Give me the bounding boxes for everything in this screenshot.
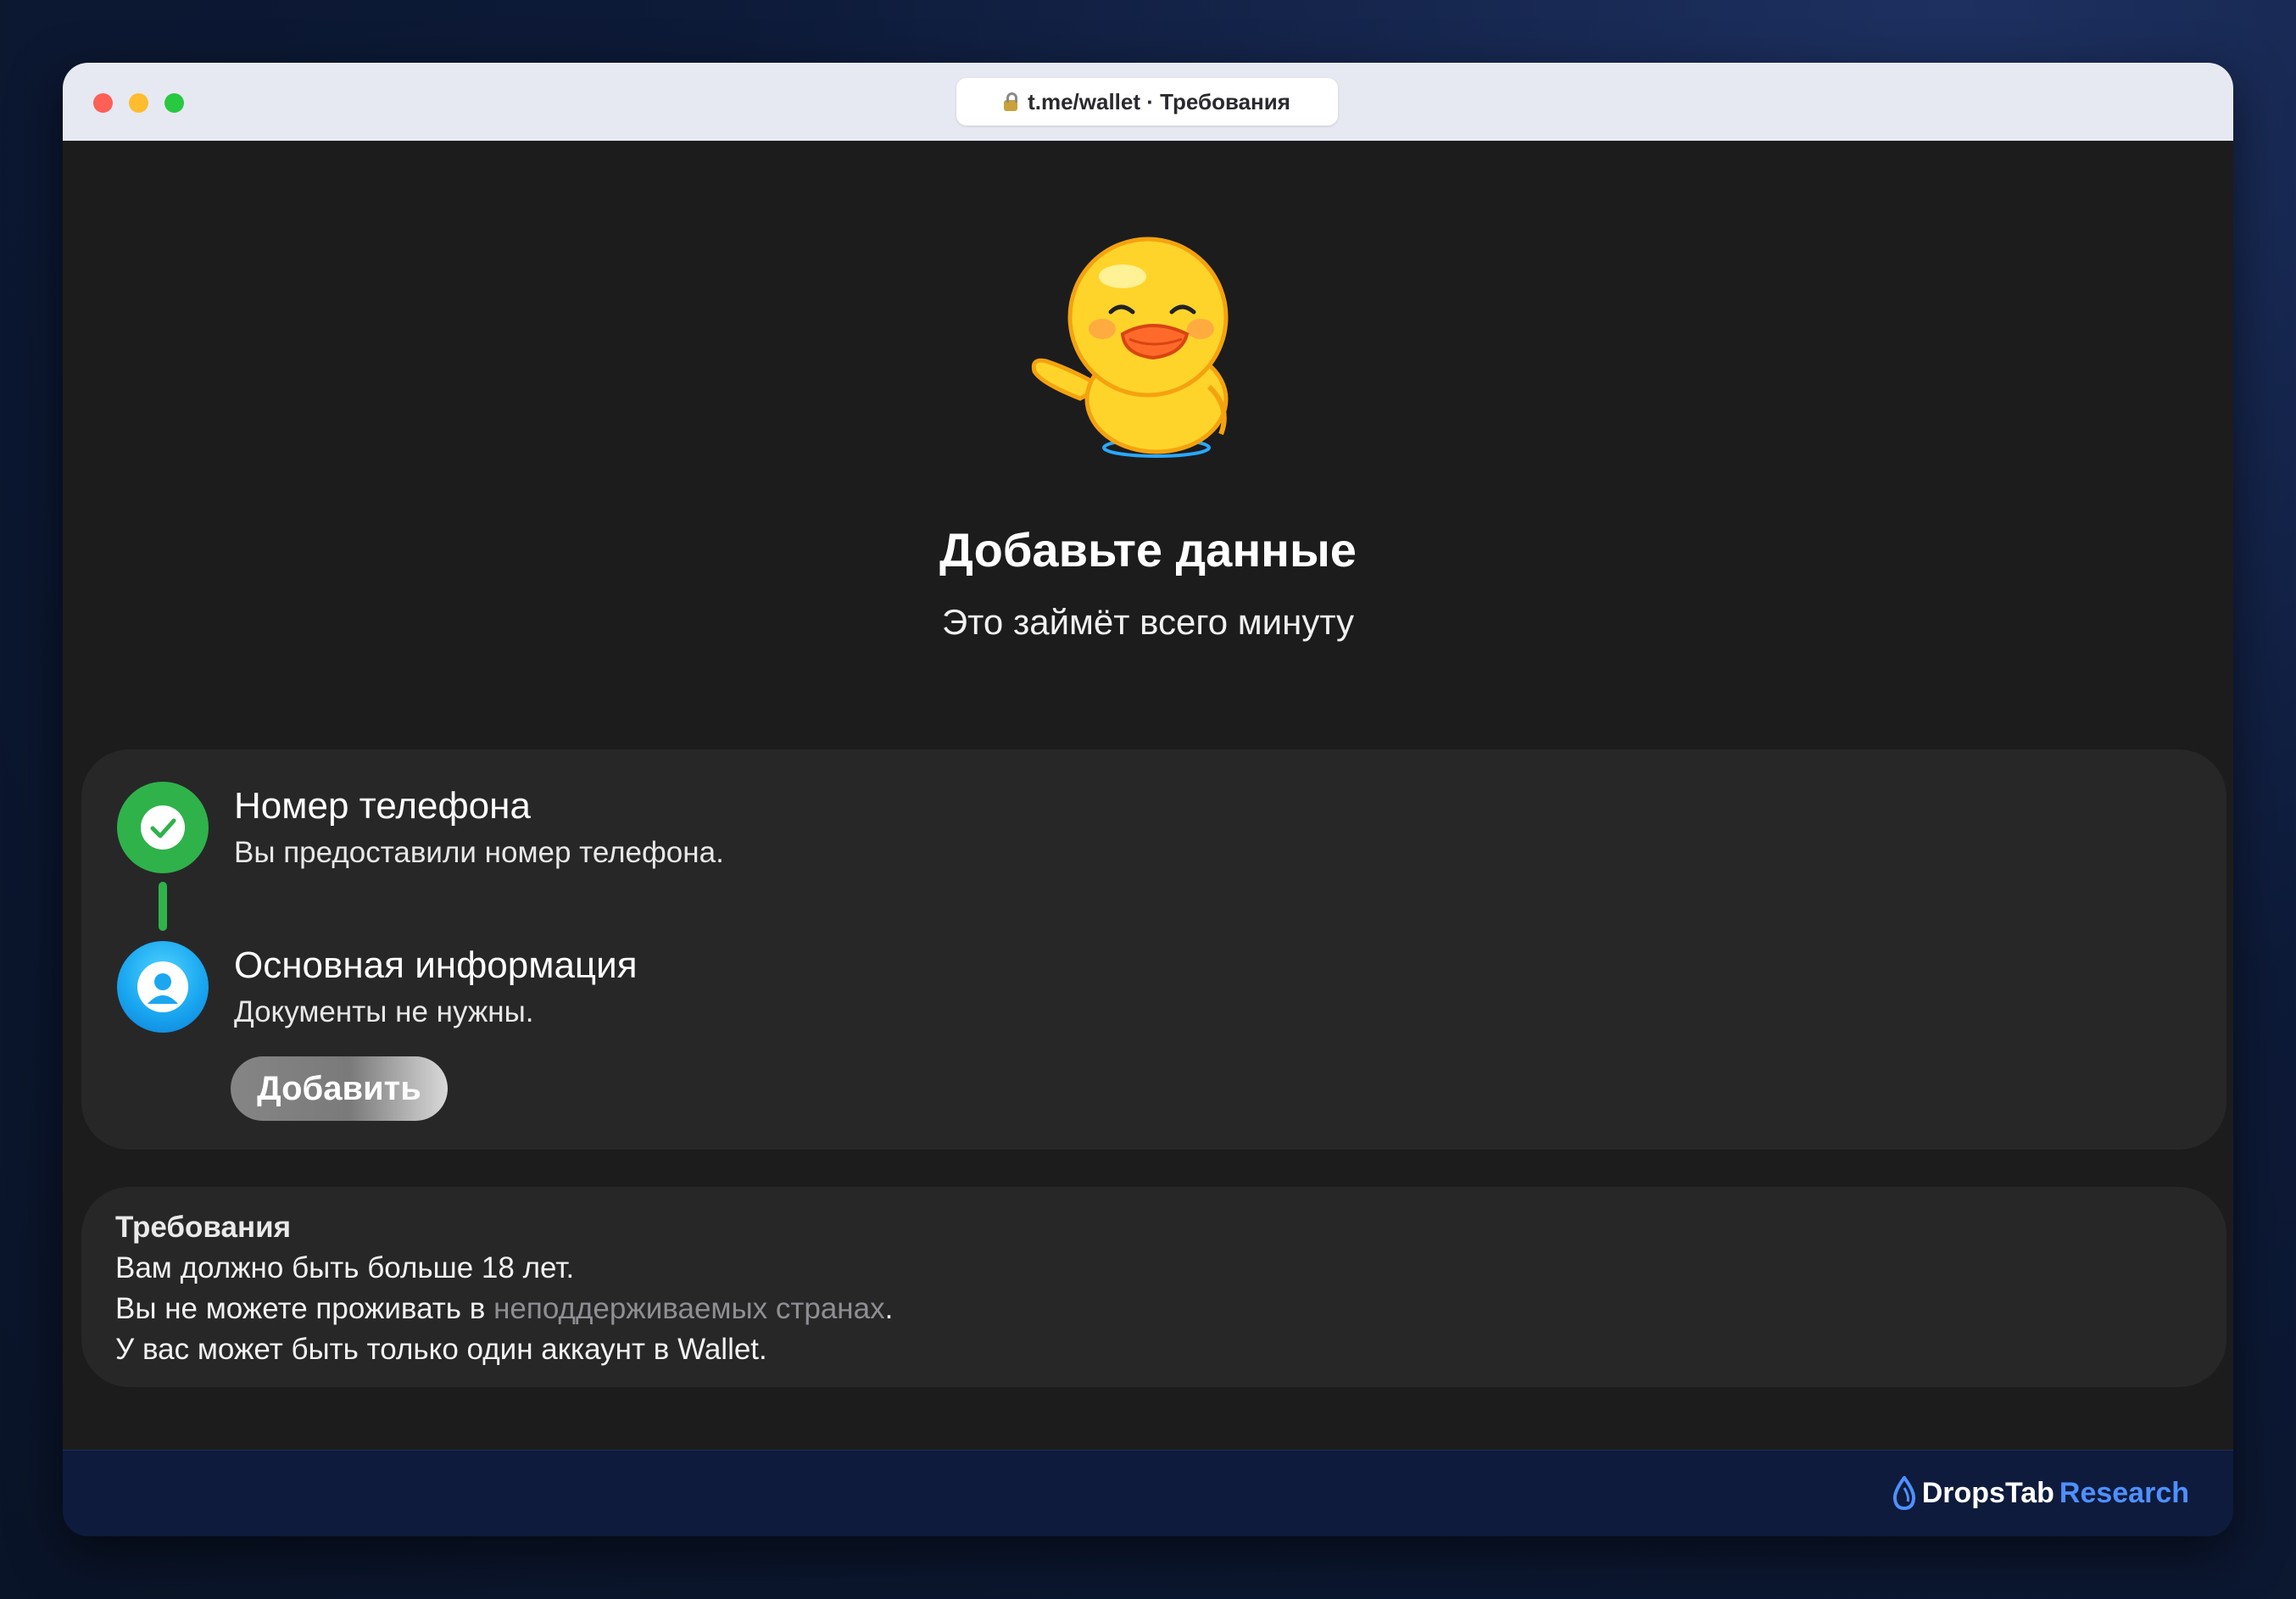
requirement-country-suffix: . xyxy=(884,1292,894,1325)
step-connector xyxy=(159,882,167,931)
verification-steps-card: Номер телефона Вы предоставили номер тел… xyxy=(81,749,2226,1150)
step-phone-description: Вы предоставили номер телефона. xyxy=(234,836,724,869)
maximize-window-button[interactable] xyxy=(164,93,184,113)
add-info-button[interactable]: Добавить xyxy=(231,1056,448,1121)
minimize-window-button[interactable] xyxy=(129,93,148,113)
close-window-button[interactable] xyxy=(93,93,113,113)
drop-icon xyxy=(1892,1476,1915,1510)
requirements-title: Требования xyxy=(115,1211,292,1244)
dropstab-research-logo: DropsTab Research xyxy=(1892,1476,2189,1510)
requirement-country: Вы не можете проживать в неподдерживаемы… xyxy=(115,1292,893,1326)
unsupported-countries-link[interactable]: неподдерживаемых странах xyxy=(493,1292,885,1325)
requirements-card: Требования Вам должно быть больше 18 лет… xyxy=(81,1187,2226,1387)
address-bar[interactable]: t.me/wallet · Требования xyxy=(956,78,1338,125)
lock-icon xyxy=(1004,92,1018,111)
brand-name: DropsTab xyxy=(1921,1476,2054,1509)
browser-window: t.me/wallet · Требования Добавьте данные… xyxy=(63,63,2233,1536)
page-content: Добавьте данные Это займёт всего минуту … xyxy=(63,141,2233,1450)
watermark-footer: DropsTab Research xyxy=(63,1450,2233,1536)
requirement-country-text: Вы не можете проживать в xyxy=(115,1292,494,1325)
duck-sticker-icon xyxy=(1031,237,1229,458)
page-subtitle: Это займёт всего минуту xyxy=(941,602,1355,642)
title-bar: t.me/wallet · Требования xyxy=(63,63,2233,142)
page-title: Добавьте данные xyxy=(939,523,1357,577)
step-phone-check-icon xyxy=(117,782,209,873)
step-basic-info-description: Документы не нужны. xyxy=(234,995,534,1028)
address-text: t.me/wallet · Требования xyxy=(1028,88,1290,114)
step-basic-info-title: Основная информация xyxy=(234,944,638,986)
requirement-single-account: У вас может быть только один аккаунт в W… xyxy=(115,1333,767,1366)
brand-suffix: Research xyxy=(2059,1476,2189,1509)
requirement-age: Вам должно быть больше 18 лет. xyxy=(115,1251,575,1284)
step-basic-info-user-icon xyxy=(117,941,209,1033)
step-phone-title: Номер телефона xyxy=(234,785,531,827)
